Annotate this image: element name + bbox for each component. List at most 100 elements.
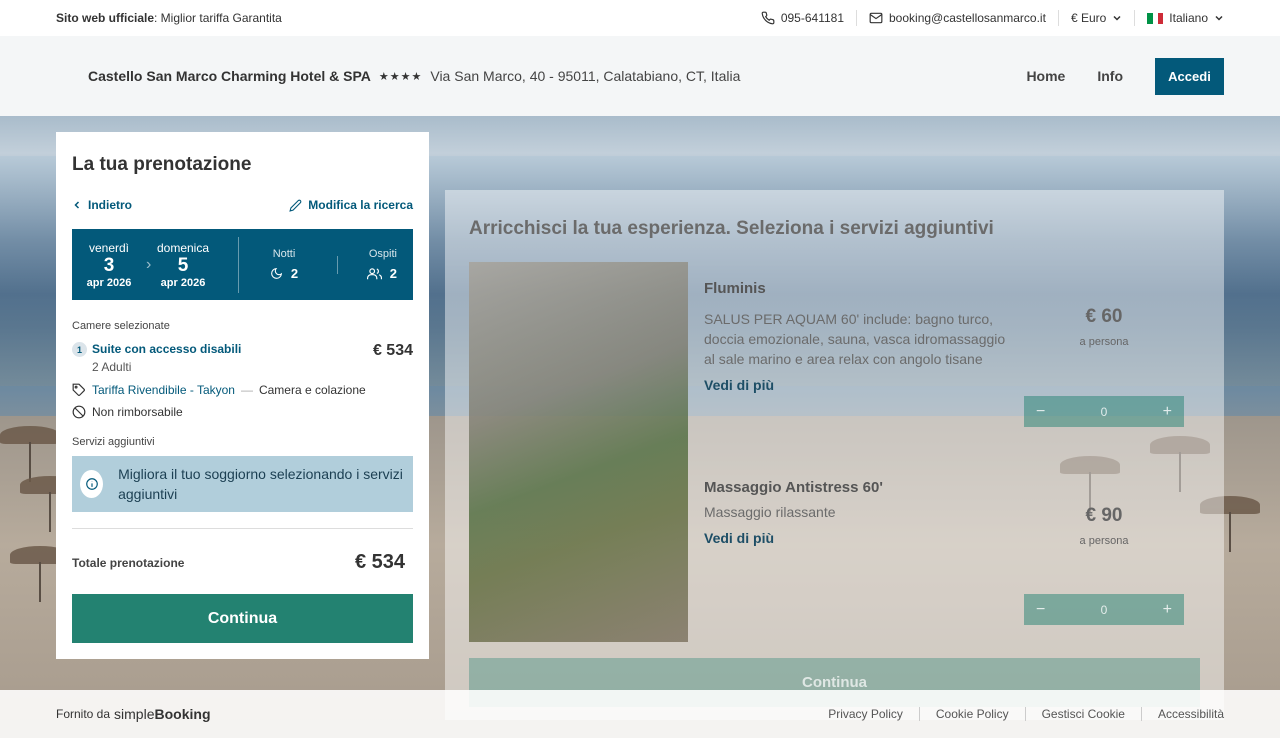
top-bar: Sito web ufficiale: Miglior tariffa Gara… (0, 0, 1280, 36)
official-site-label: Sito web ufficiale (56, 11, 155, 25)
service-more-link[interactable]: Vedi di più (704, 377, 1204, 393)
phone-number: 095-641181 (780, 11, 844, 25)
service-name: Fluminis (704, 280, 766, 297)
checkout-date: domenica 5 apr 2026 (146, 241, 220, 289)
guests-block: Ospiti 2 (366, 248, 413, 281)
official-site-note: Sito web ufficiale: Miglior tariffa Gara… (56, 11, 282, 25)
chevron-left-icon (74, 201, 80, 209)
language-select[interactable]: Italiano (1135, 10, 1224, 26)
hotel-name[interactable]: Castello San Marco Charming Hotel & SPA (88, 68, 371, 84)
stay-dates-box[interactable]: venerdì 3 apr 2026 › domenica 5 apr 2026… (72, 229, 413, 300)
language-value: Italiano (1169, 11, 1208, 25)
currency-value: € Euro (1070, 11, 1107, 25)
login-button[interactable]: Accedi (1155, 57, 1224, 95)
accessibility-link[interactable]: Accessibilità (1142, 707, 1224, 721)
booking-title: La tua prenotazione (72, 154, 252, 175)
nights-label: Notti (272, 248, 296, 260)
total-label: Totale prenotazione (72, 555, 185, 570)
privacy-policy-link[interactable]: Privacy Policy (812, 707, 920, 721)
policy-label: Non rimborsabile (92, 405, 183, 419)
info-icon (80, 470, 104, 498)
room-name[interactable]: Suite con accesso disabili (92, 342, 241, 356)
services-info-text: Migliora il tuo soggiorno selezionando i… (118, 466, 403, 502)
continue-button[interactable]: Continua (72, 594, 413, 643)
quantity-stepper[interactable]: − 0 + (1024, 594, 1184, 625)
guests-value: 2 (389, 266, 397, 281)
divider (337, 255, 338, 274)
services-info-box: Migliora il tuo soggiorno selezionando i… (72, 456, 413, 512)
checkout-month: apr 2026 (160, 276, 206, 289)
minus-icon[interactable]: − (1036, 601, 1045, 619)
umbrella (0, 426, 60, 482)
footer-links: Privacy Policy Cookie Policy Gestisci Co… (812, 707, 1224, 721)
checkin-date: venerdì 3 apr 2026 (72, 241, 146, 289)
phone-icon (761, 11, 775, 25)
users-icon (366, 268, 382, 280)
chevron-down-icon (1215, 15, 1223, 21)
checkout-day: 5 (177, 254, 189, 276)
service-price-unit: a persona (1079, 336, 1129, 348)
tag-icon (72, 383, 85, 396)
room-price: € 534 (372, 342, 413, 359)
phone-link[interactable]: 095-641181 (749, 10, 857, 26)
ban-icon (72, 405, 86, 419)
quantity-value: 0 (1100, 404, 1108, 419)
nights-block: Notti 2 (249, 248, 319, 281)
back-label: Indietro (88, 198, 132, 212)
plus-icon[interactable]: + (1163, 403, 1172, 421)
divider (238, 236, 239, 293)
extra-services-title: Servizi aggiuntivi (72, 436, 155, 448)
quantity-stepper[interactable]: − 0 + (1024, 396, 1184, 427)
moon-icon (270, 267, 282, 279)
email-link[interactable]: booking@castellosanmarco.it (857, 10, 1059, 26)
nav-info[interactable]: Info (1097, 68, 1123, 84)
simplebooking-logo[interactable]: simpleBooking (114, 706, 210, 722)
footer: Fornito da simpleBooking Privacy Policy … (0, 690, 1280, 738)
services-panel: Arricchisci la tua esperienza. Seleziona… (445, 190, 1224, 720)
service-description: Massaggio rilassante (704, 504, 836, 520)
selected-room: 1 Suite con accesso disabili 2 Adulti € … (72, 342, 413, 374)
provided-by-label: Fornito da (56, 707, 111, 721)
room-occupancy: 2 Adulti (92, 360, 132, 374)
guests-label: Ospiti (368, 248, 397, 260)
currency-select[interactable]: € Euro (1059, 10, 1136, 26)
nav-home[interactable]: Home (1026, 68, 1065, 84)
cookie-policy-link[interactable]: Cookie Policy (920, 707, 1026, 721)
edit-search-label: Modifica la ricerca (308, 198, 413, 212)
minus-icon[interactable]: − (1036, 403, 1045, 421)
divider (72, 528, 413, 529)
total-row: Totale prenotazione € 534 (72, 551, 413, 574)
plus-icon[interactable]: + (1163, 601, 1172, 619)
service-price: € 60 (1085, 306, 1123, 327)
checkin-month: apr 2026 (86, 276, 132, 289)
manage-cookies-link[interactable]: Gestisci Cookie (1026, 707, 1142, 721)
service-name: Massaggio Antistress 60' (704, 479, 883, 496)
italy-flag-icon (1147, 12, 1164, 24)
total-value: € 534 (354, 551, 405, 573)
chevron-down-icon (1113, 15, 1121, 21)
brand-bold: Booking (154, 706, 211, 722)
service-price-unit: a persona (1079, 535, 1129, 547)
service-description: SALUS PER AQUAM 60' include: bagno turco… (704, 311, 1006, 367)
service-image (469, 262, 688, 642)
selected-rooms-title: Camere selezionate (72, 320, 170, 332)
mail-icon (869, 12, 883, 24)
checkin-day: 3 (103, 254, 115, 276)
rate-name[interactable]: Tariffa Rivendibile - Takyon (92, 383, 235, 397)
email-address: booking@castellosanmarco.it (889, 11, 1046, 25)
nights-value: 2 (290, 266, 299, 281)
pencil-icon (289, 199, 302, 212)
rate-separator: — (240, 383, 253, 397)
cancellation-policy: Non rimborsabile (72, 405, 413, 419)
service-price-block: € 90 a persona (1024, 505, 1184, 547)
service-price-block: € 60 a persona (1024, 306, 1184, 348)
hotel-address: Via San Marco, 40 - 95011, Calatabiano, … (430, 68, 741, 84)
hotel-stars: ★★★★ (378, 70, 423, 83)
back-link[interactable]: Indietro (72, 198, 132, 212)
edit-search-link[interactable]: Modifica la ricerca (289, 198, 413, 212)
quantity-value: 0 (1100, 602, 1108, 617)
checkout-weekday: domenica (156, 240, 210, 255)
room-index-badge: 1 (72, 342, 87, 357)
services-title: Arricchisci la tua esperienza. Seleziona… (469, 218, 994, 239)
site-header: Castello San Marco Charming Hotel & SPA … (0, 36, 1280, 116)
